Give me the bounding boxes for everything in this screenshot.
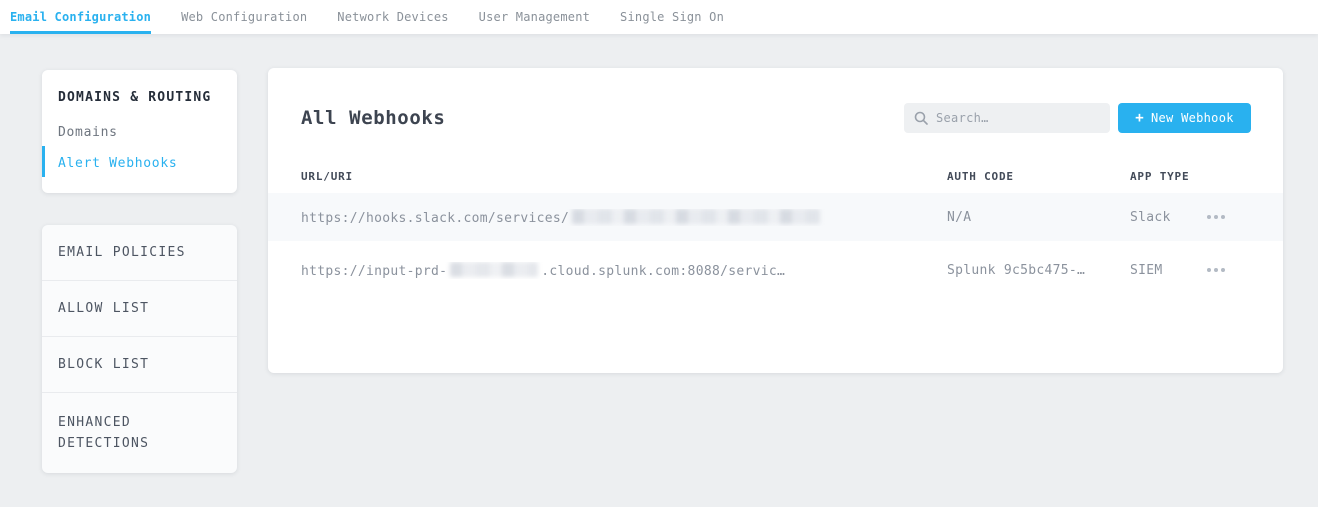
- search-icon: [914, 111, 928, 125]
- auth-code-cell: Splunk 9c5bc475-…: [947, 263, 1130, 278]
- redacted-url-segment: [450, 262, 538, 277]
- sidebar-item-enhanced-detections[interactable]: ENHANCED DETECTIONS: [42, 393, 237, 473]
- more-options-icon: [1207, 215, 1211, 219]
- tab-network-devices[interactable]: Network Devices: [337, 0, 448, 34]
- url-cell: https://input-prd- .cloud.splunk.com:8088…: [301, 262, 947, 279]
- more-options-icon: [1207, 268, 1211, 272]
- sidebar-item-domains[interactable]: Domains: [42, 117, 237, 148]
- webhooks-header: All Webhooks + New Webhook: [268, 68, 1283, 133]
- redacted-url-segment: [572, 209, 820, 224]
- new-webhook-button-label: New Webhook: [1151, 111, 1234, 125]
- column-header-app-type: APP TYPE: [1130, 170, 1207, 183]
- top-navigation: Email Configuration Web Configuration Ne…: [0, 0, 1318, 34]
- url-text: https://input-prd-: [301, 264, 447, 279]
- tab-user-management[interactable]: User Management: [479, 0, 590, 34]
- search-input[interactable]: [936, 111, 1100, 125]
- column-header-auth-code: AUTH CODE: [947, 170, 1130, 183]
- sidebar-item-alert-webhooks[interactable]: Alert Webhooks: [42, 148, 237, 193]
- sidebar-sections-card: EMAIL POLICIES ALLOW LIST BLOCK LIST ENH…: [42, 225, 237, 473]
- table-row[interactable]: https://input-prd- .cloud.splunk.com:8088…: [268, 241, 1283, 299]
- sidebar-item-block-list[interactable]: BLOCK LIST: [42, 337, 237, 393]
- sidebar-item-email-policies[interactable]: EMAIL POLICIES: [42, 225, 237, 281]
- url-text: https://hooks.slack.com/services/: [301, 211, 569, 226]
- domains-routing-card: DOMAINS & ROUTING Domains Alert Webhooks: [42, 70, 237, 193]
- tab-web-configuration[interactable]: Web Configuration: [181, 0, 307, 34]
- table-header-row: URL/URI AUTH CODE APP TYPE: [268, 159, 1283, 193]
- new-webhook-button[interactable]: + New Webhook: [1118, 103, 1251, 133]
- row-actions-button[interactable]: [1207, 264, 1250, 276]
- search-box: [904, 103, 1110, 133]
- app-type-cell: SIEM: [1130, 263, 1207, 278]
- row-actions-button[interactable]: [1207, 211, 1250, 223]
- domains-routing-title: DOMAINS & ROUTING: [42, 70, 237, 117]
- column-header-url: URL/URI: [301, 170, 947, 183]
- url-text-suffix: .cloud.splunk.com:8088/servic…: [541, 264, 785, 279]
- sidebar-item-allow-list[interactable]: ALLOW LIST: [42, 281, 237, 337]
- app-type-cell: Slack: [1130, 210, 1207, 225]
- plus-icon: +: [1135, 110, 1144, 126]
- webhooks-table: URL/URI AUTH CODE APP TYPE https://hooks…: [268, 159, 1283, 299]
- tab-email-configuration[interactable]: Email Configuration: [10, 0, 151, 34]
- table-row[interactable]: https://hooks.slack.com/services/ N/A Sl…: [268, 193, 1283, 241]
- auth-code-cell: N/A: [947, 210, 1130, 225]
- page-title: All Webhooks: [301, 107, 904, 129]
- tab-single-sign-on[interactable]: Single Sign On: [620, 0, 724, 34]
- webhooks-panel: All Webhooks + New Webhook URL/URI AUTH …: [268, 68, 1283, 373]
- url-cell: https://hooks.slack.com/services/: [301, 209, 947, 226]
